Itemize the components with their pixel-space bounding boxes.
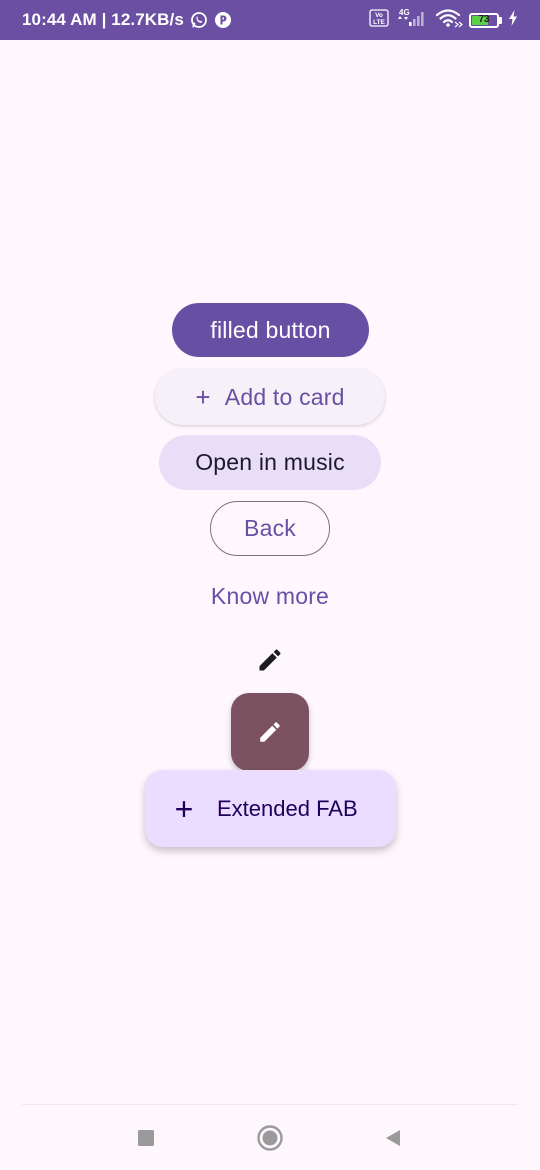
signal-icon: 4G [395, 7, 429, 34]
battery-body: 73 [469, 12, 499, 28]
volte-bottom-text: LTE [373, 19, 385, 26]
volte-top-text: Vo [375, 12, 383, 19]
edit-icon [259, 649, 281, 671]
status-bar: 10:44 AM | 12.7KB/s Vo LTE 4G 73 [0, 0, 540, 40]
home-circle-icon [257, 1125, 283, 1151]
back-label: Back [244, 515, 296, 541]
recents-button[interactable] [131, 1123, 161, 1153]
wifi-icon [435, 7, 463, 34]
battery-tip [499, 16, 502, 24]
filled-button-label: filled button [210, 316, 331, 343]
battery-icon: 73 [469, 12, 502, 28]
back-triangle-icon [386, 1130, 400, 1146]
status-right: Vo LTE 4G 73 [369, 0, 518, 40]
back-nav-button[interactable] [378, 1123, 408, 1153]
extended-fab-label: Extended FAB [217, 795, 358, 821]
status-left: 10:44 AM | 12.7KB/s [22, 0, 232, 40]
home-button[interactable] [255, 1123, 285, 1153]
status-time: 10:44 AM | 12.7KB/s [22, 10, 184, 29]
battery-level: 73 [478, 14, 490, 25]
charging-icon [508, 9, 518, 31]
edit-icon [260, 722, 280, 742]
open-in-music-button[interactable]: Open in music [159, 435, 381, 490]
plus-icon: + [195, 382, 211, 412]
plus-icon: + [174, 790, 194, 827]
network-type-text: 4G [399, 8, 410, 17]
know-more-label: Know more [210, 582, 330, 609]
filled-button[interactable]: filled button [172, 303, 369, 357]
edit-icon-button[interactable] [250, 640, 290, 680]
whatsapp-icon [190, 11, 208, 29]
edit-fab[interactable] [231, 693, 309, 771]
app-notification-icon [214, 11, 232, 29]
add-to-card-button[interactable]: + Add to card [155, 369, 385, 425]
back-button[interactable]: Back [210, 501, 330, 556]
know-more-button[interactable]: Know more [190, 574, 350, 618]
volte-icon: Vo LTE [369, 8, 389, 32]
recents-square-icon [138, 1130, 154, 1146]
system-nav-bar [0, 1105, 540, 1170]
extended-fab[interactable]: + Extended FAB [145, 770, 396, 847]
open-in-music-label: Open in music [195, 449, 345, 475]
add-to-card-label: Add to card [224, 383, 345, 410]
